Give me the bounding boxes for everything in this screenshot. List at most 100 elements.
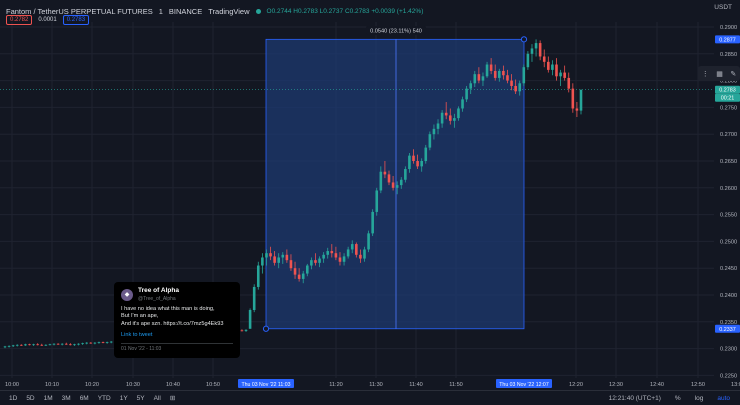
utc-clock[interactable]: 12:21:40 (UTC+1) <box>609 395 661 402</box>
candle-body <box>252 286 256 311</box>
candle-body <box>465 88 468 100</box>
price-axis[interactable]: 0.29000.28500.28000.27500.27000.26500.26… <box>714 0 740 390</box>
price-axis-tick: 0.2500 <box>720 239 737 245</box>
timeframe-1m[interactable]: 1M <box>44 395 53 402</box>
candle-body <box>355 244 358 255</box>
grid-icon[interactable]: ▦ <box>716 70 723 78</box>
auto-scale-toggle[interactable]: auto <box>717 395 730 402</box>
candle-body <box>547 61 550 70</box>
candle-body <box>85 342 89 344</box>
time-axis[interactable]: 10:00 10:10 10:20 10:30 10:40 10:50 11:20 11:30… <box>0 378 740 390</box>
candle-body <box>448 115 452 121</box>
pencil-icon[interactable]: ✎ <box>730 70 736 78</box>
timeframe-ytd[interactable]: YTD <box>98 395 111 402</box>
candle-body <box>359 254 362 259</box>
candle-body <box>314 260 317 263</box>
candle-body <box>502 70 505 76</box>
candle-body <box>310 260 313 266</box>
candle-body <box>510 80 513 86</box>
time-axis-tick: 10:30 <box>126 382 140 388</box>
price-chart[interactable]: 0.0540 (23.11%) 540 0.29000.28500.28000.… <box>0 0 740 405</box>
time-axis-tick: 12:50 <box>691 382 705 388</box>
candle-body <box>273 256 276 263</box>
interval-label[interactable]: 1 <box>159 7 163 16</box>
exchange-label: BINANCE <box>168 6 203 16</box>
buy-button[interactable]: 0.2783 <box>62 15 90 25</box>
candle-body <box>559 72 562 77</box>
candle-body <box>338 257 342 262</box>
candle-body <box>440 112 444 124</box>
drag-handle-icon[interactable]: ⋮ <box>702 70 709 78</box>
time-axis-tick: 12:40 <box>650 382 664 388</box>
buy-sell-panel: 0.2782 0.0001 0.2783 <box>6 15 90 25</box>
bottom-right-controls: 12:21:40 (UTC+1) % log auto <box>609 395 730 402</box>
candle-body <box>424 147 428 161</box>
sell-button[interactable]: 0.2782 <box>6 15 33 25</box>
timeframe-all[interactable]: All <box>154 395 161 402</box>
timeframe-5d[interactable]: 5D <box>26 395 34 402</box>
candle-body <box>485 64 489 77</box>
candle-body <box>269 253 272 257</box>
tweet-card[interactable]: ◆ Tree of Alpha @Tree_of_Alpha I have no… <box>114 282 240 358</box>
timeframe-6m[interactable]: 6M <box>80 395 89 402</box>
date-range-icon[interactable]: ⊞ <box>170 394 175 402</box>
currency-label[interactable]: USDT <box>714 4 732 11</box>
candle-body <box>526 53 530 68</box>
candle-body <box>579 89 583 111</box>
candle-body <box>109 341 113 343</box>
measure-range-box[interactable] <box>265 38 525 330</box>
candle-body <box>379 171 383 191</box>
candle-body <box>387 174 391 183</box>
measure-end-handle[interactable] <box>520 36 528 43</box>
candle-body <box>73 344 76 346</box>
candle-body <box>420 161 423 167</box>
candle-body <box>77 343 80 345</box>
tweet-author-handle: @Tree_of_Alpha <box>138 295 176 302</box>
candle-body <box>575 108 579 111</box>
tweet-divider <box>121 342 233 344</box>
candle-body <box>265 253 268 258</box>
candle-body <box>457 108 460 119</box>
percent-toggle[interactable]: % <box>675 395 681 402</box>
candle-body <box>367 233 370 250</box>
timeframe-1y[interactable]: 1Y <box>120 395 128 402</box>
candle-body <box>322 254 325 259</box>
timeframe-buttons: 1D 5D 1M 3M 6M YTD 1Y 5Y All ⊞ <box>9 394 175 403</box>
candle-body <box>350 244 354 250</box>
candle-body <box>3 346 7 348</box>
floating-toolbar[interactable]: ⋮ ▦ ✎ <box>698 66 740 81</box>
bottom-toolbar: 1D 5D 1M 3M 6M YTD 1Y 5Y All ⊞ 12:21:40 … <box>0 390 740 405</box>
candle-body <box>20 344 23 346</box>
candle-body <box>538 43 542 57</box>
candle-body <box>93 342 97 344</box>
candle-body <box>32 344 35 346</box>
measure-start-handle[interactable] <box>262 325 270 332</box>
candle-body <box>428 134 432 148</box>
candle-body <box>281 254 285 258</box>
candle-body <box>542 56 546 62</box>
candle-body <box>261 257 264 266</box>
candle-body <box>563 72 566 78</box>
candle-body <box>326 251 330 255</box>
candle-body <box>551 64 554 70</box>
candle-body <box>514 85 517 92</box>
timeframe-3m[interactable]: 3M <box>62 395 71 402</box>
candle-body <box>101 342 105 343</box>
candle-body <box>301 273 305 279</box>
candle-body <box>248 310 252 329</box>
tweet-link[interactable]: Link to tweet <box>121 332 233 340</box>
timeframe-1d[interactable]: 1D <box>9 395 17 402</box>
price-axis-tick: 0.2900 <box>720 25 737 31</box>
price-axis-tick: 0.2700 <box>720 132 737 138</box>
candle-body <box>346 249 350 257</box>
candle-body <box>571 88 575 109</box>
candle-body <box>408 155 411 170</box>
log-toggle[interactable]: log <box>695 395 704 402</box>
timeframe-5y[interactable]: 5Y <box>137 395 145 402</box>
candle-body <box>530 48 534 54</box>
candle-body <box>293 268 297 275</box>
time-axis-tick: 13:00 <box>731 382 740 388</box>
candle-body <box>436 123 440 129</box>
candle-body <box>473 74 477 84</box>
candle-body <box>404 169 407 180</box>
